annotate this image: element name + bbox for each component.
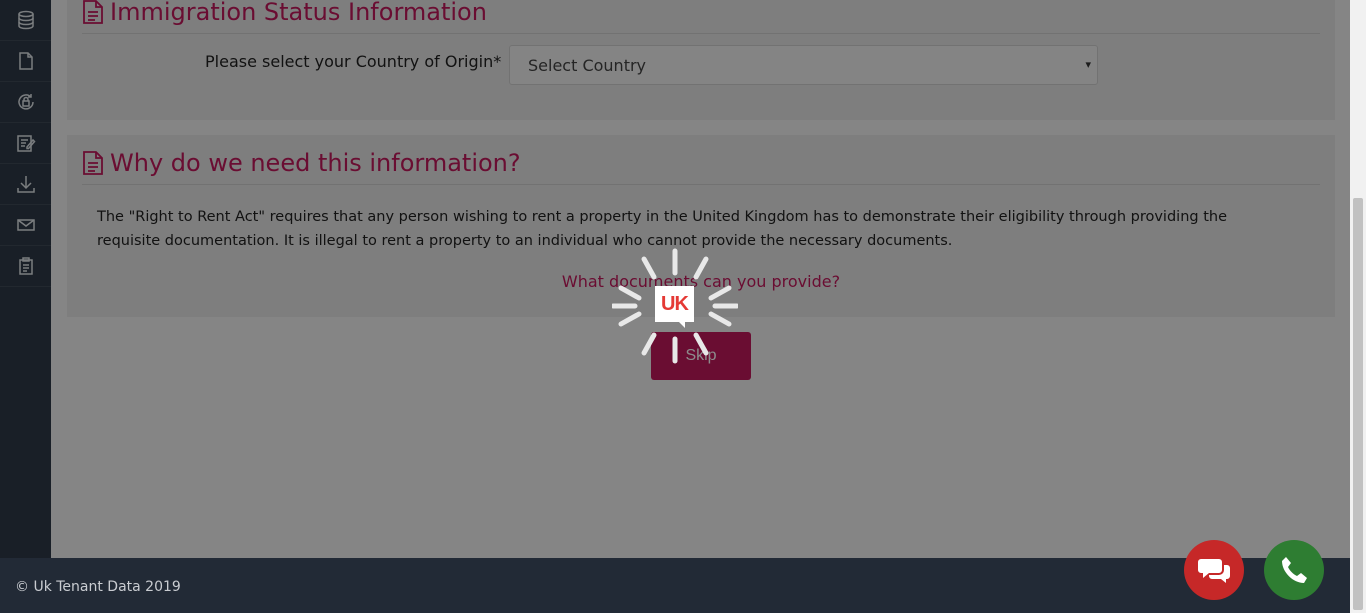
footer: © Uk Tenant Data 2019 <box>0 558 1350 613</box>
page-scrollbar[interactable] <box>1350 0 1366 613</box>
chat-icon <box>1198 559 1230 583</box>
call-button[interactable] <box>1264 540 1324 600</box>
chat-button[interactable] <box>1184 540 1244 600</box>
scrollbar-thumb[interactable] <box>1353 198 1363 610</box>
uk-logo-text: UK <box>661 292 689 315</box>
uk-logo: UK <box>655 286 694 328</box>
copyright-text: © Uk Tenant Data 2019 <box>15 579 181 595</box>
phone-icon <box>1282 557 1307 583</box>
